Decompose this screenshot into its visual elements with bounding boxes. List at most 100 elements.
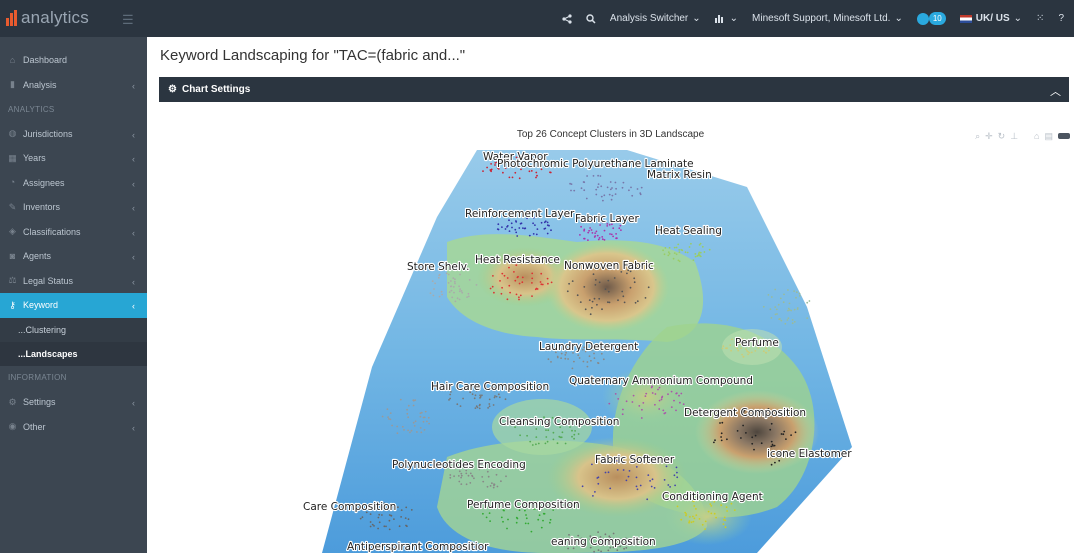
document-point[interactable] <box>625 400 628 403</box>
document-point[interactable] <box>514 228 517 231</box>
document-point[interactable] <box>688 246 691 248</box>
document-point[interactable] <box>632 394 635 397</box>
document-point[interactable] <box>791 319 794 321</box>
document-point[interactable] <box>532 222 534 225</box>
document-point[interactable] <box>449 397 451 400</box>
sidebar-item-years[interactable]: ▦ Years ‹ <box>0 146 147 171</box>
document-point[interactable] <box>577 354 580 357</box>
document-point[interactable] <box>783 430 786 433</box>
chart-menu[interactable]: ⌄ <box>714 13 738 24</box>
document-point[interactable] <box>574 430 576 432</box>
document-point[interactable] <box>487 407 489 409</box>
document-point[interactable] <box>413 425 416 427</box>
document-point[interactable] <box>526 434 528 437</box>
document-point[interactable] <box>600 185 603 188</box>
document-point[interactable] <box>693 517 696 520</box>
document-point[interactable] <box>454 282 456 285</box>
document-point[interactable] <box>693 505 696 507</box>
document-point[interactable] <box>751 442 754 445</box>
document-point[interactable] <box>698 244 701 246</box>
document-point[interactable] <box>449 476 452 479</box>
document-point[interactable] <box>690 242 692 245</box>
document-point[interactable] <box>573 437 575 440</box>
document-point[interactable] <box>786 319 789 321</box>
document-point[interactable] <box>556 356 559 359</box>
document-point[interactable] <box>504 228 507 230</box>
document-point[interactable] <box>742 355 745 358</box>
document-point[interactable] <box>409 431 411 434</box>
document-point[interactable] <box>500 292 503 295</box>
document-point[interactable] <box>785 438 787 440</box>
document-point[interactable] <box>457 475 460 477</box>
document-point[interactable] <box>545 436 548 438</box>
sidebar-item-agents[interactable]: ◙ Agents ‹ <box>0 244 147 269</box>
document-point[interactable] <box>679 401 681 404</box>
document-point[interactable] <box>698 518 701 520</box>
document-point[interactable] <box>419 412 422 415</box>
document-point[interactable] <box>410 429 413 432</box>
document-point[interactable] <box>588 299 591 301</box>
document-point[interactable] <box>622 295 625 298</box>
cluster-label[interactable]: Laundry Detergent <box>538 340 639 354</box>
document-point[interactable] <box>369 525 372 528</box>
document-point[interactable] <box>798 292 801 295</box>
document-point[interactable] <box>508 176 511 179</box>
document-point[interactable] <box>673 399 675 402</box>
document-point[interactable] <box>630 186 632 189</box>
document-point[interactable] <box>667 484 670 486</box>
notifications[interactable]: 10 <box>916 12 946 25</box>
document-point[interactable] <box>609 233 611 235</box>
document-point[interactable] <box>614 181 617 184</box>
document-point[interactable] <box>673 246 676 249</box>
document-point[interactable] <box>577 433 580 435</box>
document-point[interactable] <box>594 491 596 493</box>
document-point[interactable] <box>695 514 698 516</box>
cluster-label[interactable]: Perfume Composition <box>466 498 581 512</box>
document-point[interactable] <box>488 512 491 514</box>
document-point[interactable] <box>701 523 704 526</box>
document-point[interactable] <box>597 183 600 186</box>
document-point[interactable] <box>783 293 785 296</box>
document-point[interactable] <box>573 433 576 436</box>
document-point[interactable] <box>636 488 639 491</box>
document-point[interactable] <box>419 427 422 429</box>
document-point[interactable] <box>482 480 485 483</box>
document-point[interactable] <box>697 254 699 257</box>
document-point[interactable] <box>646 498 649 501</box>
document-point[interactable] <box>682 403 685 405</box>
document-point[interactable] <box>451 296 454 299</box>
document-point[interactable] <box>515 221 518 223</box>
document-point[interactable] <box>396 425 399 428</box>
document-point[interactable] <box>568 282 570 285</box>
document-point[interactable] <box>599 175 602 177</box>
document-point[interactable] <box>638 405 641 407</box>
document-point[interactable] <box>547 358 550 361</box>
document-point[interactable] <box>543 512 546 515</box>
document-point[interactable] <box>547 429 550 432</box>
document-point[interactable] <box>448 399 450 401</box>
document-point[interactable] <box>647 286 650 289</box>
document-point[interactable] <box>527 522 530 525</box>
document-point[interactable] <box>403 429 405 431</box>
document-point[interactable] <box>670 406 673 408</box>
document-point[interactable] <box>564 357 567 360</box>
document-point[interactable] <box>762 350 765 353</box>
document-point[interactable] <box>586 175 588 177</box>
document-point[interactable] <box>710 512 713 515</box>
document-point[interactable] <box>454 300 457 303</box>
document-point[interactable] <box>518 296 520 299</box>
document-point[interactable] <box>460 290 463 292</box>
document-point[interactable] <box>667 251 670 254</box>
document-point[interactable] <box>495 395 498 398</box>
document-point[interactable] <box>543 221 546 224</box>
document-point[interactable] <box>434 282 436 285</box>
document-point[interactable] <box>383 525 386 528</box>
document-point[interactable] <box>377 516 380 519</box>
document-point[interactable] <box>784 322 787 325</box>
document-point[interactable] <box>645 392 648 395</box>
document-point[interactable] <box>539 281 542 283</box>
document-point[interactable] <box>399 398 402 401</box>
document-point[interactable] <box>608 301 611 304</box>
document-point[interactable] <box>688 520 691 522</box>
document-point[interactable] <box>704 528 706 530</box>
